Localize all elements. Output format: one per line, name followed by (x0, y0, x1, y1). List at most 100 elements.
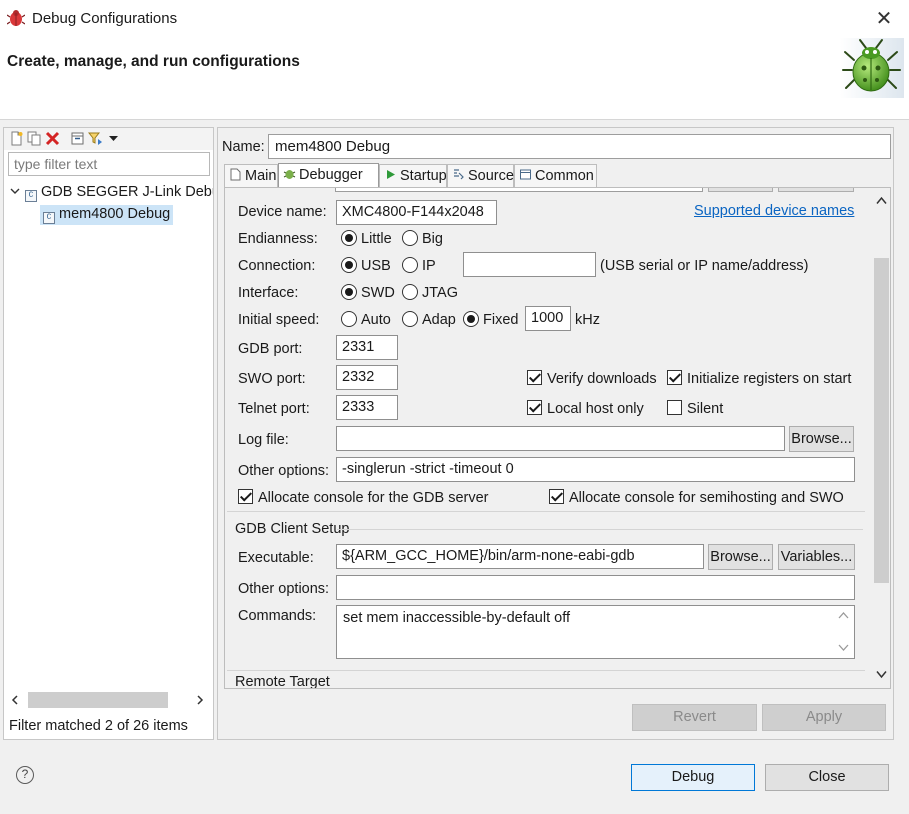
debugger-vertical-scrollbar[interactable] (872, 188, 890, 688)
scroll-down-icon[interactable] (876, 670, 887, 679)
app-bug-icon (7, 10, 25, 26)
executable-browse-button[interactable]: Browse... (708, 544, 773, 570)
alloc-gdb-console-label: Allocate console for the GDB server (258, 490, 489, 506)
speed-fixed-label: Fixed (483, 312, 519, 328)
debugger-tab-icon (283, 170, 296, 179)
interface-label: Interface: (238, 285, 299, 301)
scroll-up-icon[interactable] (876, 196, 887, 205)
executable-field[interactable]: ${ARM_GCC_HOME}/bin/arm-none-eabi-gdb (336, 544, 704, 569)
debug-button[interactable]: Debug (631, 764, 755, 791)
endian-big-label: Big (422, 231, 443, 247)
filter-configurations-icon[interactable] (88, 131, 103, 146)
configuration-list-panel: C GDB SEGGER J-Link Debugging Cmem4800 De… (3, 127, 214, 740)
server-other-options-field[interactable]: -singlerun -strict -timeout 0 (336, 457, 855, 482)
revert-button[interactable]: Revert (632, 704, 757, 731)
filter-status-text: Filter matched 2 of 26 items (9, 718, 188, 734)
alloc-semihost-console-checkbox[interactable] (549, 489, 564, 504)
log-file-label: Log file: (238, 432, 289, 448)
init-registers-label: Initialize registers on start (687, 371, 852, 387)
gdb-client-setup-heading: GDB Client Setup (235, 521, 350, 537)
connection-ip-radio[interactable] (402, 257, 418, 273)
tree-horizontal-scrollbar[interactable] (6, 690, 211, 710)
tree-item-gdb-segger-jlink[interactable]: C GDB SEGGER J-Link Debugging (10, 184, 213, 202)
speed-unit-label: kHz (575, 312, 600, 328)
collapse-all-icon[interactable] (70, 131, 85, 146)
swo-port-field[interactable]: 2332 (336, 365, 398, 390)
connection-label: Connection: (238, 258, 316, 274)
tab-debugger-label: Debugger (299, 167, 363, 183)
close-button[interactable]: Close (765, 764, 889, 791)
scrollbar-thumb[interactable] (874, 258, 889, 583)
group-title-line (337, 529, 863, 530)
scrollbar-thumb[interactable] (28, 692, 168, 708)
tab-common[interactable]: Common (514, 164, 597, 188)
configuration-name-field[interactable]: mem4800 Debug (268, 134, 891, 159)
executable-variables-button[interactable]: Variables... (778, 544, 855, 570)
delete-configuration-icon[interactable] (45, 131, 60, 146)
view-menu-chevron-down-icon[interactable] (108, 133, 119, 144)
client-other-options-field[interactable] (336, 575, 855, 600)
interface-swd-radio[interactable] (341, 284, 357, 300)
interface-jtag-radio[interactable] (402, 284, 418, 300)
interface-jtag-label: JTAG (422, 285, 458, 301)
configuration-toolbar (4, 128, 213, 150)
bug-icon (840, 38, 904, 98)
launch-configuration-icon: C (43, 212, 55, 224)
chevron-down-icon[interactable] (10, 186, 20, 196)
scroll-left-icon[interactable] (10, 695, 20, 705)
window-close-icon[interactable]: ✕ (871, 6, 897, 32)
log-file-field[interactable] (336, 426, 785, 451)
commands-scroll-down-icon[interactable] (838, 644, 849, 652)
tab-common-label: Common (535, 168, 594, 184)
verify-downloads-label: Verify downloads (547, 371, 657, 387)
tab-startup-label: Startup (400, 168, 447, 184)
endian-little-radio[interactable] (341, 230, 357, 246)
banner-title: Create, manage, and run configurations (7, 53, 300, 70)
launch-configuration-type-icon: C (25, 190, 37, 202)
debugger-tab-content: Device name: XMC4800-F144x2048 Supported… (224, 187, 891, 689)
alloc-gdb-console-checkbox[interactable] (238, 489, 253, 504)
executable-label: Executable: (238, 550, 314, 566)
log-file-browse-button[interactable]: Browse... (789, 426, 854, 452)
help-icon[interactable]: ? (16, 766, 34, 784)
speed-adaptive-radio[interactable] (402, 311, 418, 327)
clipped-button-above-2 (778, 188, 854, 192)
verify-downloads-checkbox[interactable] (527, 370, 542, 385)
tab-startup[interactable]: Startup (379, 164, 447, 188)
clipped-button-above (708, 188, 773, 192)
commands-scroll-up-icon[interactable] (838, 611, 849, 619)
tab-source-label: Source (468, 168, 514, 184)
duplicate-configuration-icon[interactable] (27, 131, 42, 146)
scroll-right-icon[interactable] (195, 695, 205, 705)
supported-device-names-link[interactable]: Supported device names (694, 203, 854, 219)
tab-source[interactable]: Source (447, 164, 514, 188)
tree-root-label: GDB SEGGER J-Link Debugging (41, 184, 213, 200)
device-name-field[interactable]: XMC4800-F144x2048 (336, 200, 497, 225)
remote-target-heading: Remote Target (235, 674, 330, 689)
name-label: Name: (222, 139, 265, 155)
main-tab-icon (230, 168, 241, 181)
tree-child-label: mem4800 Debug (59, 206, 171, 222)
telnet-port-field[interactable]: 2333 (336, 395, 398, 420)
header-banner: Create, manage, and run configurations (0, 38, 909, 120)
tree-item-mem4800-debug[interactable]: Cmem4800 Debug (40, 205, 174, 225)
filter-input[interactable] (8, 152, 210, 176)
tab-debugger[interactable]: Debugger (278, 163, 379, 188)
window-title: Debug Configurations (32, 10, 178, 27)
tab-main[interactable]: Main (224, 164, 278, 188)
new-configuration-icon[interactable] (9, 131, 24, 146)
tab-main-label: Main (245, 168, 277, 184)
endian-big-radio[interactable] (402, 230, 418, 246)
local-host-only-checkbox[interactable] (527, 400, 542, 415)
speed-fixed-radio[interactable] (463, 311, 479, 327)
commands-textarea[interactable]: set mem inaccessible-by-default off (336, 605, 855, 659)
gdb-port-field[interactable]: 2331 (336, 335, 398, 360)
speed-value-field[interactable]: 1000 (525, 306, 571, 331)
speed-auto-radio[interactable] (341, 311, 357, 327)
init-registers-checkbox[interactable] (667, 370, 682, 385)
connection-usb-radio[interactable] (341, 257, 357, 273)
apply-button[interactable]: Apply (762, 704, 886, 731)
silent-checkbox[interactable] (667, 400, 682, 415)
connection-address-field[interactable] (463, 252, 596, 277)
clipped-field-above (335, 188, 703, 192)
